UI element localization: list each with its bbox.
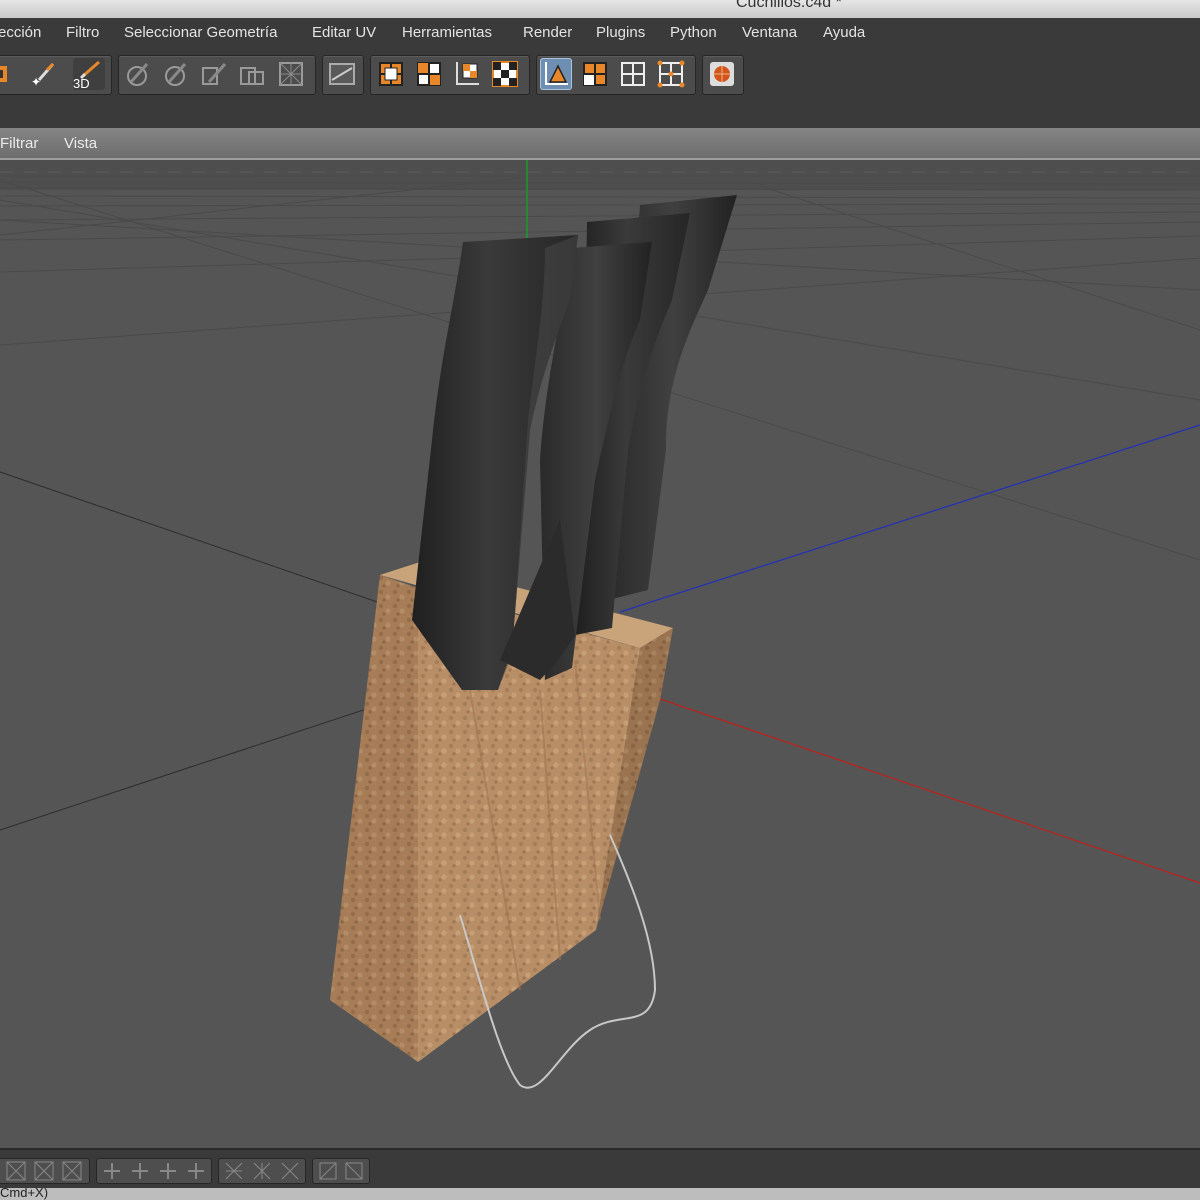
axis-neg-x-line bbox=[0, 471, 416, 616]
toolbar-group-uv-tools bbox=[118, 55, 316, 95]
uv-points-grid-icon[interactable] bbox=[655, 58, 687, 90]
toolbar-group-texture bbox=[322, 55, 364, 95]
bottom-group-4 bbox=[312, 1158, 370, 1184]
uv-polygons-icon[interactable] bbox=[413, 58, 445, 90]
bottom-toolbar bbox=[0, 1148, 1200, 1190]
viewport-scene bbox=[0, 160, 1200, 1089]
window-title: Cuchillos.c4d * bbox=[736, 0, 842, 11]
uv-tool-1-icon[interactable] bbox=[123, 58, 155, 90]
toolbar: ✦ 3D bbox=[0, 48, 1200, 128]
transform-grid-3-icon[interactable] bbox=[61, 1160, 83, 1182]
paint-edge-icon[interactable] bbox=[0, 58, 29, 90]
axis-z-line bbox=[619, 424, 1200, 613]
menu-bar: ección Filtro Seleccionar Geometría Edit… bbox=[0, 18, 1200, 48]
transform-grid-icon[interactable] bbox=[5, 1160, 27, 1182]
menu-item-filtro[interactable]: Filtro bbox=[66, 24, 99, 41]
menu-item-ventana[interactable]: Ventana bbox=[742, 24, 797, 41]
bottom-group-2 bbox=[96, 1158, 212, 1184]
viewport-menu-filtrar[interactable]: Filtrar bbox=[0, 135, 38, 152]
uv-tool-4-icon[interactable] bbox=[237, 58, 269, 90]
toolbar-group-uv-modes bbox=[370, 55, 530, 95]
transform-grid-2-icon[interactable] bbox=[33, 1160, 55, 1182]
viewport-header: Filtrar Vista bbox=[0, 128, 1200, 160]
menu-item-python[interactable]: Python bbox=[670, 24, 717, 41]
status-text: Cmd+X) bbox=[0, 1188, 49, 1200]
toolbar-group-edit-modes bbox=[536, 55, 696, 95]
uv-points-icon[interactable] bbox=[375, 58, 407, 90]
menu-item-ayuda[interactable]: Ayuda bbox=[823, 24, 865, 41]
paint-3d-label: 3D bbox=[73, 76, 90, 91]
checker-icon[interactable] bbox=[489, 58, 521, 90]
toolbar-group-render bbox=[702, 55, 744, 95]
paint-3d-button[interactable]: 3D bbox=[73, 58, 105, 91]
align-4-icon[interactable] bbox=[185, 1160, 207, 1182]
uv-transform-icon[interactable] bbox=[451, 58, 483, 90]
uv-tool-3-icon[interactable] bbox=[199, 58, 231, 90]
snap-1-icon[interactable] bbox=[223, 1160, 245, 1182]
polygon-mode-icon[interactable] bbox=[579, 58, 611, 90]
bottom-group-1 bbox=[0, 1158, 90, 1184]
uv-grid-icon[interactable] bbox=[617, 58, 649, 90]
toolbar-group-paint: ✦ 3D bbox=[0, 55, 112, 95]
menu-item-herramientas[interactable]: Herramientas bbox=[402, 24, 492, 41]
menu-item-render[interactable]: Render bbox=[523, 24, 572, 41]
align-1-icon[interactable] bbox=[101, 1160, 123, 1182]
bottom-group-3 bbox=[218, 1158, 306, 1184]
svg-text:✦: ✦ bbox=[31, 75, 41, 89]
viewport-menu-vista[interactable]: Vista bbox=[64, 135, 97, 152]
menu-item-seleccion[interactable]: ección bbox=[0, 24, 41, 41]
uv-bottom-1-icon[interactable] bbox=[317, 1160, 339, 1182]
snap-3-icon[interactable] bbox=[279, 1160, 301, 1182]
align-3-icon[interactable] bbox=[157, 1160, 179, 1182]
menu-item-editar-uv[interactable]: Editar UV bbox=[312, 24, 376, 41]
texture-view-icon[interactable] bbox=[326, 58, 358, 90]
3d-viewport[interactable] bbox=[0, 160, 1200, 1148]
magic-brush-icon[interactable]: ✦ bbox=[27, 58, 59, 90]
model-mode-icon[interactable] bbox=[540, 58, 572, 90]
render-view-icon[interactable] bbox=[706, 58, 738, 90]
status-bar: Cmd+X) bbox=[0, 1188, 1200, 1200]
knife-blades bbox=[412, 195, 737, 690]
menu-item-seleccionar-geometria[interactable]: Seleccionar Geometría bbox=[124, 24, 277, 41]
uv-bottom-2-icon[interactable] bbox=[343, 1160, 365, 1182]
menu-item-plugins[interactable]: Plugins bbox=[596, 24, 645, 41]
snap-2-icon[interactable] bbox=[251, 1160, 273, 1182]
axis-x-line bbox=[574, 669, 1200, 884]
uv-tool-5-icon[interactable] bbox=[275, 58, 307, 90]
title-bar: Cuchillos.c4d * bbox=[0, 0, 1200, 19]
uv-tool-2-icon[interactable] bbox=[161, 58, 193, 90]
align-2-icon[interactable] bbox=[129, 1160, 151, 1182]
